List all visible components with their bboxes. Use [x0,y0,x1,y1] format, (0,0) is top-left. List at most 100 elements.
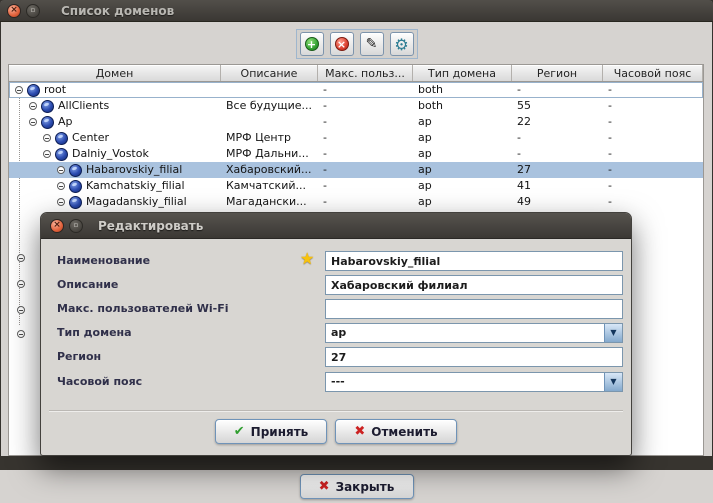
domain-name: Dalniy_Vostok [72,146,149,162]
cell-type: both [413,98,512,114]
name-field[interactable] [325,251,623,271]
close-button[interactable]: ✖ Закрыть [300,474,414,499]
domain-name: Habarovskiy_filial [86,162,182,178]
table-row-selected[interactable]: Habarovskiy_filial Хабаровский... - ap 2… [9,162,703,178]
cell-description: Хабаровский... [221,162,318,178]
tree-cell: Habarovskiy_filial [9,162,221,178]
table-row[interactable]: Magadanskiy_filial Магадански... - ap 49… [9,194,703,210]
column-header-region[interactable]: Регион [512,65,603,81]
add-domain-button[interactable]: + [300,32,324,56]
cell-region: 49 [512,194,603,210]
tree-expander-icon[interactable] [29,102,37,110]
domain-name: root [44,82,66,98]
cell-description: Все будущие... [221,98,318,114]
cell-timezone: - [603,98,703,114]
accept-button[interactable]: ✔ Принять [215,419,327,444]
tree-cell: Center [9,130,221,146]
tree-expander-icon[interactable] [17,306,25,314]
cell-region: 22 [512,114,603,130]
tree-cell: Magadanskiy_filial [9,194,221,210]
cell-max-users: - [318,130,413,146]
column-header-domain[interactable]: Домен [9,65,221,81]
chevron-down-icon: ▼ [610,329,616,337]
form-row-description: Описание [41,275,631,295]
cell-timezone: - [603,178,703,194]
cell-description [221,82,318,98]
cell-max-users: - [318,194,413,210]
cell-description: Камчатский... [221,178,318,194]
max-users-label: Макс. пользователей Wi-Fi [57,299,229,319]
cell-timezone: - [603,82,703,98]
tree-expander-icon[interactable] [57,182,65,190]
tree-expander-icon[interactable] [17,280,25,288]
domain-icon [55,148,68,161]
column-header-type[interactable]: Тип домена [413,65,512,81]
star-icon: ★ [300,249,314,268]
name-label: Наименование [57,251,150,271]
form-row-max-users: Макс. пользователей Wi-Fi [41,299,631,319]
cell-type: both [413,82,512,98]
max-users-field[interactable] [325,299,623,319]
tree-expander-icon[interactable] [29,118,37,126]
form-row-timezone: Часовой пояс --- ▼ [41,372,631,392]
column-header-timezone[interactable]: Часовой пояс [603,65,703,81]
domain-type-select[interactable]: ap ▼ [325,323,623,343]
cell-type: ap [413,162,512,178]
dialog-menu-icon[interactable]: ▫ [69,219,83,233]
cell-max-users: - [318,114,413,130]
region-field[interactable] [325,347,623,367]
domain-icon [55,132,68,145]
dialog-close-icon[interactable]: × [50,219,64,233]
tree-expander-icon[interactable] [15,86,23,94]
domain-icon [27,84,40,97]
column-header-max-users[interactable]: Макс. польз... [318,65,413,81]
domain-list-window: × ▫ Список доменов + × ✎ ⚙ Домен Описани… [0,0,713,503]
domain-type-label: Тип домена [57,323,132,343]
close-button-label: Закрыть [336,480,395,494]
table-row[interactable]: Ap - ap 22 - [9,114,703,130]
domain-name: Center [72,130,109,146]
cancel-button[interactable]: ✖ Отменить [335,419,457,444]
table-header: Домен Описание Макс. польз... Тип домена… [9,65,703,82]
timezone-select[interactable]: --- ▼ [325,372,623,392]
combo-arrow-button[interactable]: ▼ [604,324,622,342]
form-row-region: Регион [41,347,631,367]
domain-settings-button[interactable]: ⚙ [390,32,414,56]
cell-type: ap [413,146,512,162]
tree-expander-icon[interactable] [17,330,25,338]
domain-icon [41,116,54,129]
tree-expander-icon[interactable] [43,134,51,142]
window-close-icon[interactable]: × [7,4,21,18]
tree-expander-icon[interactable] [57,166,65,174]
delete-domain-button[interactable]: × [330,32,354,56]
tree-expander-icon[interactable] [17,254,25,262]
description-field[interactable] [325,275,623,295]
cell-type: ap [413,114,512,130]
table-row[interactable]: Center МРФ Центр - ap - - [9,130,703,146]
table-row[interactable]: Dalniy_Vostok МРФ Дальни... - ap - - [9,146,703,162]
window-menu-icon[interactable]: ▫ [26,4,40,18]
tree-expander-icon[interactable] [43,150,51,158]
table-row[interactable]: root - both - - [9,82,703,98]
cross-icon: ✖ [354,424,365,439]
column-header-description[interactable]: Описание [221,65,318,81]
region-label: Регион [57,347,101,367]
cell-description: МРФ Дальни... [221,146,318,162]
table-row[interactable]: AllClients Все будущие... - both 55 - [9,98,703,114]
edit-domain-button[interactable]: ✎ [360,32,384,56]
cell-description: МРФ Центр [221,130,318,146]
combo-arrow-button[interactable]: ▼ [604,373,622,391]
cell-max-users: - [318,162,413,178]
domain-icon [41,100,54,113]
form-row-name: Наименование ★ [41,251,631,271]
cell-type: ap [413,130,512,146]
cell-max-users: - [318,146,413,162]
cell-region: 41 [512,178,603,194]
domain-name: Magadanskiy_filial [86,194,187,210]
cell-timezone: - [603,114,703,130]
cell-region: - [512,146,603,162]
domain-type-value: ap [331,324,346,342]
tree-expander-icon[interactable] [57,198,65,206]
table-row[interactable]: Kamchatskiy_filial Камчатский... - ap 41… [9,178,703,194]
window-title: Список доменов [61,4,174,18]
